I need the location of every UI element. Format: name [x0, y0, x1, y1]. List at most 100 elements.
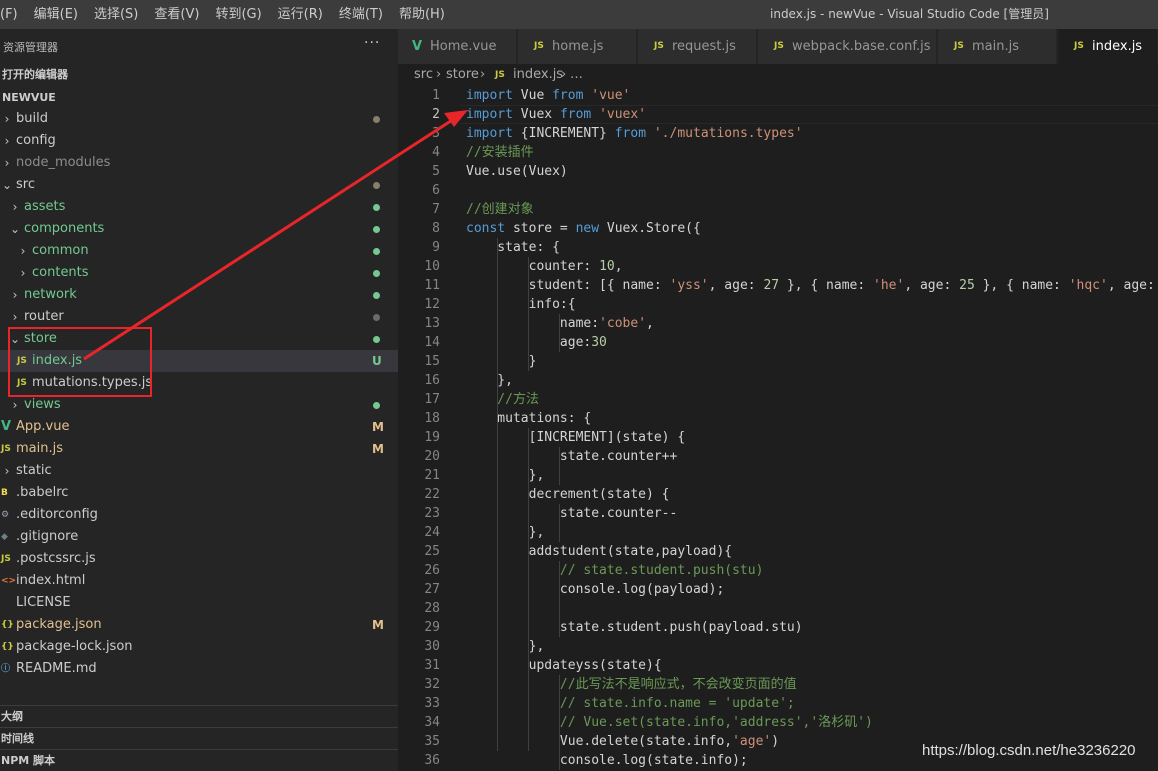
- tree-item-main-js[interactable]: JS main.js M: [0, 438, 398, 460]
- tab-label: webpack.base.conf.js: [792, 39, 931, 54]
- breadcrumb-file[interactable]: index.js: [513, 64, 563, 86]
- code-text: const store = new Vuex.Store({: [466, 219, 701, 238]
- tree-item-package-json[interactable]: {} package.json M: [0, 614, 398, 636]
- tree-item-editorconfig[interactable]: ⚙ .editorconfig: [0, 504, 398, 526]
- tab-home-vue[interactable]: V Home.vue: [398, 29, 517, 64]
- code-token: // state.info.name = 'update';: [466, 696, 795, 711]
- timeline-section[interactable]: 时间线: [0, 727, 398, 749]
- code-line[interactable]: 23 state.counter--: [398, 504, 1158, 523]
- menu-item[interactable]: 选择(S): [86, 0, 146, 29]
- tree-item-index-html[interactable]: <> index.html: [0, 570, 398, 592]
- code-line[interactable]: 24 },: [398, 523, 1158, 542]
- tree-item-license[interactable]: LICENSE: [0, 592, 398, 614]
- outline-section[interactable]: 大纲: [0, 705, 398, 727]
- chevron-right-icon: ›: [436, 67, 442, 82]
- tab-main-js[interactable]: JS main.js: [938, 29, 1057, 64]
- code-line[interactable]: 12 info:{: [398, 295, 1158, 314]
- tree-item-build[interactable]: › build: [0, 108, 398, 130]
- code-line[interactable]: 31 updateyss(state){: [398, 656, 1158, 675]
- code-line[interactable]: 9 state: {: [398, 238, 1158, 257]
- tree-item-babelrc[interactable]: B .babelrc: [0, 482, 398, 504]
- code-line[interactable]: 18 mutations: {: [398, 409, 1158, 428]
- npm-scripts-section[interactable]: NPM 脚本: [0, 749, 398, 771]
- project-section[interactable]: NEWVUE: [0, 87, 398, 109]
- code-token: 'vuex': [599, 107, 647, 122]
- code-line[interactable]: 13 name:'cobe',: [398, 314, 1158, 333]
- code-line[interactable]: 30 },: [398, 637, 1158, 656]
- code-line[interactable]: 6: [398, 181, 1158, 200]
- tree-item-common[interactable]: › common: [0, 240, 398, 262]
- tree-item-components[interactable]: ⌄ components: [0, 218, 398, 240]
- menu-item[interactable]: 帮助(H): [391, 0, 453, 29]
- code-line[interactable]: 8 const store = new Vuex.Store({: [398, 219, 1158, 238]
- code-line[interactable]: 11 student: [{ name: 'yss', age: 27 }, {…: [398, 276, 1158, 295]
- breadcrumb-store[interactable]: store: [446, 64, 479, 86]
- tree-item-node-modules[interactable]: › node_modules: [0, 152, 398, 174]
- menu-item[interactable]: 终端(T): [331, 0, 391, 29]
- tree-item-router[interactable]: › router: [0, 306, 398, 328]
- code-line[interactable]: 21 },: [398, 466, 1158, 485]
- code-text: addstudent(state,payload){: [466, 542, 733, 561]
- menu-item[interactable]: 编辑(E): [26, 0, 86, 29]
- code-line[interactable]: 32 //此写法不是响应式，不会改变页面的值: [398, 675, 1158, 694]
- tree-item-contents[interactable]: › contents: [0, 262, 398, 284]
- code-line[interactable]: 16 },: [398, 371, 1158, 390]
- js-file-icon: JS: [1074, 41, 1084, 51]
- code-token: //方法: [466, 392, 539, 407]
- code-token: 10: [599, 259, 615, 274]
- menu-item[interactable]: (F): [0, 0, 26, 29]
- code-line[interactable]: 4 //安装插件: [398, 143, 1158, 162]
- code-text: student: [{ name: 'yss', age: 27 }, { na…: [466, 276, 1158, 295]
- tree-item-network[interactable]: › network: [0, 284, 398, 306]
- tab-request-js[interactable]: JS request.js: [638, 29, 757, 64]
- menu-item[interactable]: 查看(V): [146, 0, 207, 29]
- tree-item-postcssrc-js[interactable]: JS .postcssrc.js: [0, 548, 398, 570]
- menu-item[interactable]: 运行(R): [270, 0, 331, 29]
- open-editors-section[interactable]: 打开的编辑器: [0, 64, 398, 86]
- code-line[interactable]: 17 //方法: [398, 390, 1158, 409]
- code-text: //创建对象: [466, 200, 534, 219]
- tree-item-src[interactable]: ⌄ src: [0, 174, 398, 196]
- tree-item-label: build: [16, 111, 48, 126]
- code-line[interactable]: 27 console.log(payload);: [398, 580, 1158, 599]
- code-line[interactable]: 2 import Vuex from 'vuex': [398, 105, 1158, 124]
- breadcrumb-symbol[interactable]: …: [570, 64, 583, 86]
- code-line[interactable]: 3 import {INCREMENT} from './mutations.ty…: [398, 124, 1158, 143]
- code-line[interactable]: 10 counter: 10,: [398, 257, 1158, 276]
- code-line[interactable]: 14 age:30: [398, 333, 1158, 352]
- code-line[interactable]: 5 Vue.use(Vuex): [398, 162, 1158, 181]
- file-icon: B: [1, 488, 8, 498]
- code-editor[interactable]: 1 import Vue from 'vue' 2 import Vuex from …: [398, 86, 1158, 771]
- code-line[interactable]: 25 addstudent(state,payload){: [398, 542, 1158, 561]
- breadcrumb-src[interactable]: src: [414, 64, 433, 86]
- tree-item-assets[interactable]: › assets: [0, 196, 398, 218]
- file-icon: ◆: [1, 532, 8, 542]
- tree-item-static[interactable]: › static: [0, 460, 398, 482]
- more-actions-icon[interactable]: ···: [364, 35, 380, 51]
- tab-index-js[interactable]: JS index.js: [1058, 29, 1158, 64]
- code-line[interactable]: 15 }: [398, 352, 1158, 371]
- code-line[interactable]: 26 // state.student.push(stu): [398, 561, 1158, 580]
- tree-item-readme-md[interactable]: ⓘ README.md: [0, 658, 398, 680]
- menu-item[interactable]: 转到(G): [207, 0, 269, 29]
- code-line[interactable]: 19 [INCREMENT](state) {: [398, 428, 1158, 447]
- code-line[interactable]: 1 import Vue from 'vue': [398, 86, 1158, 105]
- code-line[interactable]: 28: [398, 599, 1158, 618]
- code-line[interactable]: 34 // Vue.set(state.info,'address','洛杉矶'…: [398, 713, 1158, 732]
- code-text: info:{: [466, 295, 576, 314]
- line-number: 26: [424, 563, 440, 578]
- tree-item-package-lock-json[interactable]: {} package-lock.json: [0, 636, 398, 658]
- js-file-icon: JS: [1, 444, 11, 454]
- code-line[interactable]: 20 state.counter++: [398, 447, 1158, 466]
- tree-item-app-vue[interactable]: V App.vue M: [0, 416, 398, 438]
- code-line[interactable]: 7 //创建对象: [398, 200, 1158, 219]
- tree-item-gitignore[interactable]: ◆ .gitignore: [0, 526, 398, 548]
- code-line[interactable]: 33 // state.info.name = 'update';: [398, 694, 1158, 713]
- tree-item-views[interactable]: › views: [0, 394, 398, 416]
- tab-webpack-base-conf-js[interactable]: JS webpack.base.conf.js: [758, 29, 937, 64]
- code-line[interactable]: 29 state.student.push(payload.stu): [398, 618, 1158, 637]
- tree-item-config[interactable]: › config: [0, 130, 398, 152]
- code-line[interactable]: 22 decrement(state) {: [398, 485, 1158, 504]
- menu-bar: (F) 编辑(E) 选择(S) 查看(V) 转到(G) 运行(R) 终端(T) 帮助(H): [0, 0, 453, 29]
- tab-home-js[interactable]: JS home.js: [518, 29, 637, 64]
